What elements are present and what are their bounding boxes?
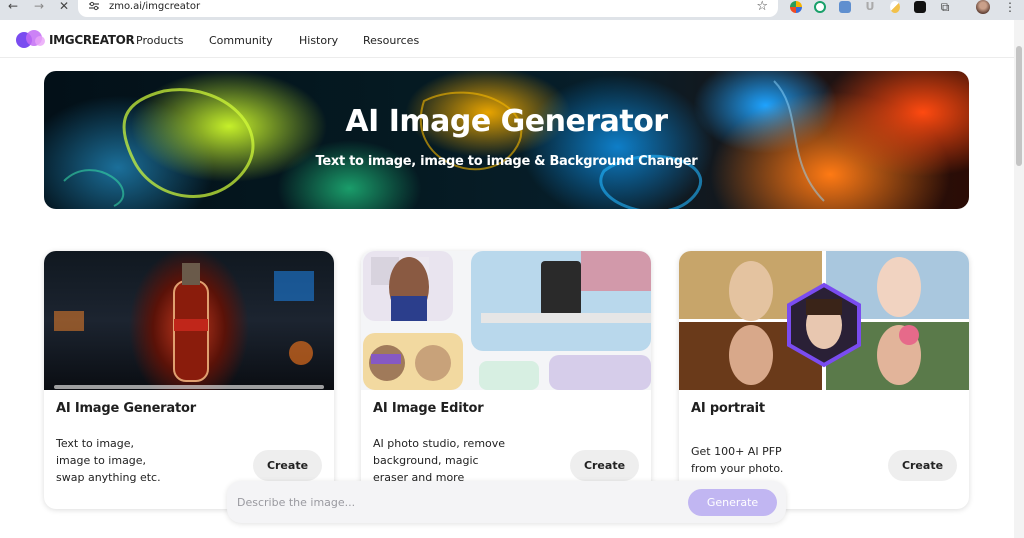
hero-subtitle: Text to image, image to image & Backgrou…	[315, 154, 698, 169]
card-description-line: swap anything etc.	[56, 471, 161, 484]
back-arrow-icon[interactable]: ←	[6, 0, 20, 14]
forward-arrow-icon[interactable]: →	[32, 0, 46, 14]
extension-icon[interactable]	[814, 1, 826, 13]
create-button[interactable]: Create	[253, 450, 322, 481]
card-description-line: from your photo.	[691, 462, 784, 475]
extensions-puzzle-icon[interactable]: ⧉	[939, 1, 951, 13]
bookmark-star-icon[interactable]: ☆	[756, 0, 768, 14]
card-description-line: background, magic	[373, 454, 479, 467]
hero-banner: AI Image Generator Text to image, image …	[44, 71, 969, 209]
nav-community[interactable]: Community	[209, 34, 273, 47]
card-description-line: image to image,	[56, 454, 147, 467]
card-description-line: Text to image,	[56, 437, 135, 450]
card-ai-image-generator[interactable]: AI Image Generator Text to image, image …	[44, 251, 334, 509]
nav-history[interactable]: History	[299, 34, 338, 47]
profile-avatar[interactable]	[976, 0, 990, 14]
card-description: AI photo studio, remove background, magi…	[373, 435, 543, 486]
card-ai-image-editor[interactable]: AI Image Editor AI photo studio, remove …	[361, 251, 651, 509]
extension-icon[interactable]	[839, 1, 851, 13]
card-description: Get 100+ AI PFP from your photo.	[691, 443, 841, 477]
card-image-portrait-grid	[679, 251, 969, 390]
site-info-icon[interactable]	[88, 1, 100, 11]
card-ai-portrait[interactable]: AI portrait Get 100+ AI PFP from your ph…	[679, 251, 969, 509]
extension-icon[interactable]: U	[864, 1, 876, 13]
create-button[interactable]: Create	[888, 450, 957, 481]
extension-icon[interactable]	[914, 1, 926, 13]
nav-resources[interactable]: Resources	[363, 34, 419, 47]
scroll-thumb[interactable]	[1016, 46, 1022, 166]
extension-icon[interactable]	[790, 1, 802, 13]
hero-title: AI Image Generator	[345, 104, 668, 139]
browser-menu-icon[interactable]: ⋮	[1004, 0, 1016, 14]
address-bar[interactable]: zmo.ai/imgcreator ☆	[78, 0, 778, 17]
card-image-editor-collage	[361, 251, 651, 390]
card-image-coke-bottle	[44, 251, 334, 390]
create-button[interactable]: Create	[570, 450, 639, 481]
card-description-line: AI photo studio, remove	[373, 437, 506, 450]
generate-button[interactable]: Generate	[688, 489, 777, 516]
card-description-line: Get 100+ AI PFP	[691, 445, 782, 458]
fluid-art-background	[63, 80, 825, 209]
imgcreator-logo-icon[interactable]	[14, 29, 46, 49]
brand-name[interactable]: IMGCREATOR	[49, 33, 135, 47]
card-title: AI Image Editor	[373, 401, 484, 416]
card-description: Text to image, image to image, swap anyt…	[56, 435, 206, 486]
stop-loading-icon[interactable]: ✕	[57, 0, 71, 14]
nav-products[interactable]: Products	[136, 34, 184, 47]
prompt-bar: Generate	[227, 481, 786, 523]
page-scrollbar[interactable]	[1014, 20, 1024, 538]
extension-icon[interactable]	[890, 1, 900, 13]
describe-image-input[interactable]	[237, 493, 667, 511]
card-title: AI Image Generator	[56, 401, 196, 416]
site-header: IMGCREATOR Products Community History Re…	[0, 20, 1024, 58]
browser-toolbar: ← → ✕ zmo.ai/imgcreator ☆ U ⧉ ⋮	[0, 0, 1024, 20]
card-title: AI portrait	[691, 401, 765, 416]
url-text: zmo.ai/imgcreator	[109, 1, 201, 12]
